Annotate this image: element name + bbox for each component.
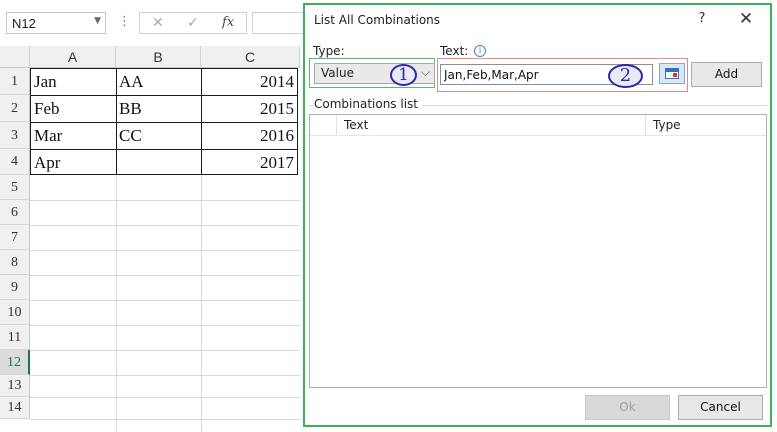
cell-c4[interactable]: 2017 (203, 149, 294, 175)
name-box[interactable]: N12 ▼ (6, 12, 106, 34)
row-header-5[interactable]: 5 (0, 175, 30, 200)
gridline (30, 275, 300, 276)
range-select-icon (665, 68, 679, 79)
help-icon[interactable]: ? (695, 11, 709, 27)
cell-b1[interactable]: AA (119, 68, 199, 94)
cell-a3[interactable]: Mar (34, 122, 114, 148)
cell-b3[interactable]: CC (119, 122, 199, 148)
cancel-button[interactable]: Cancel (678, 395, 763, 420)
gridline (30, 419, 300, 420)
gridline (30, 225, 300, 226)
step-badge-1: 1 (390, 64, 417, 86)
gridline (30, 397, 300, 398)
cell-c1[interactable]: 2014 (203, 68, 294, 94)
column-header-c[interactable]: C (201, 46, 300, 68)
row-header-1[interactable]: 1 (0, 68, 30, 95)
gridline (30, 375, 300, 376)
cell-b4[interactable] (119, 149, 199, 175)
chevron-down-icon[interactable]: ▼ (94, 16, 101, 26)
type-label: Type: (313, 44, 345, 58)
row-header-8[interactable]: 8 (0, 250, 30, 275)
gridline (201, 68, 202, 432)
cell-a2[interactable]: Feb (34, 95, 114, 121)
add-button[interactable]: Add (691, 62, 762, 87)
row-header-14[interactable]: 14 (0, 397, 30, 419)
formula-buttons: ✕ ✓ fx (139, 12, 247, 34)
cell-a1[interactable]: Jan (34, 68, 114, 94)
row-header-7[interactable]: 7 (0, 225, 30, 250)
cell-c2[interactable]: 2015 (203, 95, 294, 121)
row-header-13[interactable]: 13 (0, 375, 30, 397)
list-column-type[interactable]: Type (653, 118, 681, 132)
gridline (30, 350, 300, 351)
cell-c3[interactable]: 2016 (203, 122, 294, 148)
list-column-text[interactable]: Text (344, 118, 368, 132)
row-header-2[interactable]: 2 (0, 95, 30, 122)
row-header-9[interactable]: 9 (0, 275, 30, 300)
enter-formula-icon[interactable]: ✓ (187, 15, 199, 31)
row-header-4[interactable]: 4 (0, 149, 30, 175)
row-header-6[interactable]: 6 (0, 200, 30, 225)
row-header-3[interactable]: 3 (0, 122, 30, 149)
row-header-12[interactable]: 12 (0, 350, 30, 375)
combinations-list[interactable]: Text Type (309, 114, 767, 388)
gridline (116, 68, 117, 432)
column-separator[interactable] (336, 115, 337, 135)
gridline (30, 250, 300, 251)
row-header-10[interactable]: 10 (0, 300, 30, 325)
step-badge-2: 2 (608, 64, 643, 88)
column-header-a[interactable]: A (30, 46, 116, 68)
column-header-b[interactable]: B (116, 46, 201, 68)
gridline (30, 325, 300, 326)
ok-button[interactable]: Ok (585, 395, 670, 420)
type-select-value: Value (321, 66, 354, 80)
combinations-list-label: Combinations list (314, 97, 422, 111)
text-label: Text: (440, 44, 469, 58)
list-header: Text Type (310, 115, 766, 136)
chevron-down-icon[interactable]: ⌵ (421, 65, 430, 80)
gridline (30, 200, 300, 201)
cell-b2[interactable]: BB (119, 95, 199, 121)
close-icon[interactable]: ✕ (737, 10, 755, 28)
cell-a4[interactable]: Apr (34, 149, 114, 175)
more-options-icon: ⋮ (118, 14, 131, 29)
list-all-combinations-dialog: List All Combinations ? ✕ Type: Text: i … (303, 3, 772, 427)
select-range-button[interactable] (659, 63, 685, 84)
select-all-corner[interactable] (0, 46, 30, 68)
info-icon[interactable]: i (474, 45, 486, 57)
gridline (30, 300, 300, 301)
name-box-value: N12 (12, 16, 36, 31)
column-separator[interactable] (645, 115, 646, 135)
insert-function-icon[interactable]: fx (222, 15, 234, 30)
cancel-formula-icon[interactable]: ✕ (152, 15, 164, 31)
row-header-11[interactable]: 11 (0, 325, 30, 350)
dialog-title: List All Combinations (314, 13, 441, 27)
